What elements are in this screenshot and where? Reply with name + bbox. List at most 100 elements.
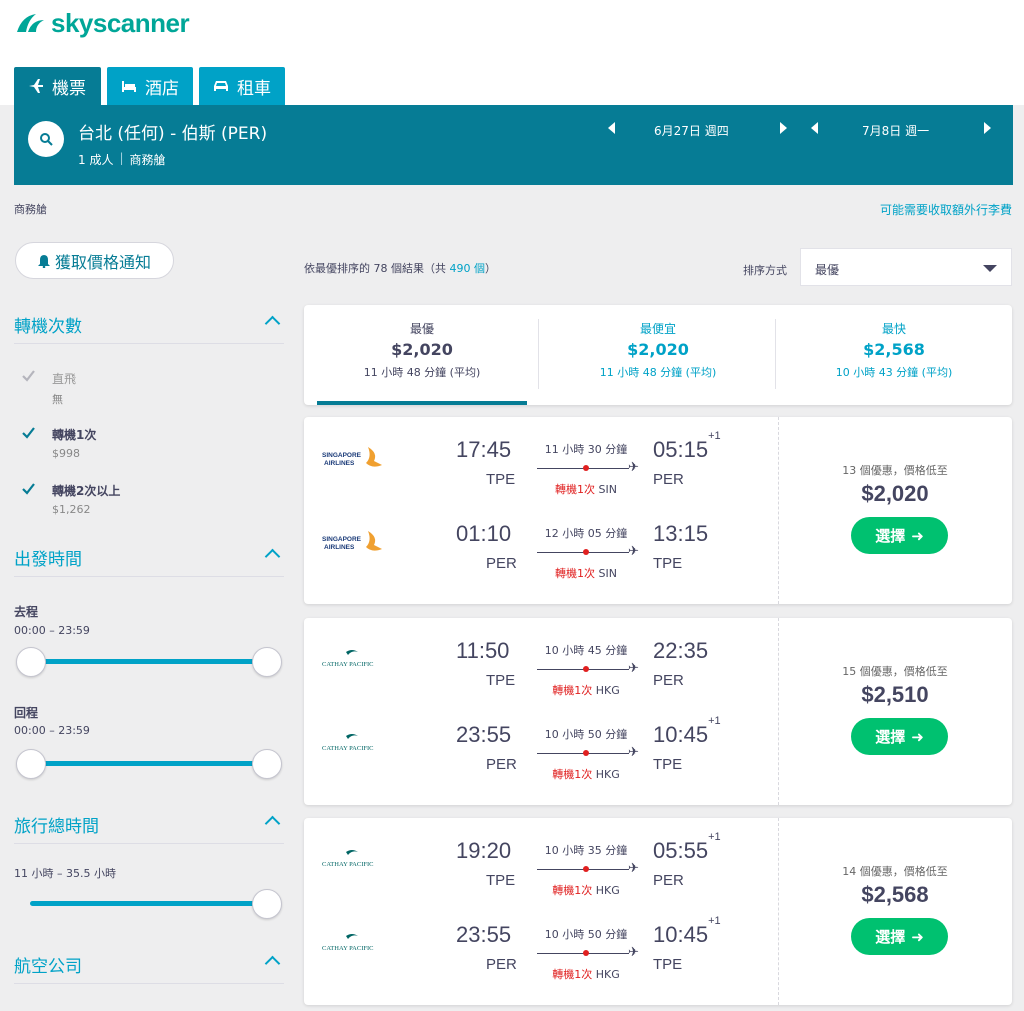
- sort-select[interactable]: 最優: [800, 248, 1012, 286]
- card-divider: [778, 417, 779, 604]
- tab-car-hire[interactable]: 租車: [199, 67, 285, 105]
- stops-count: 轉機1次: [555, 567, 596, 580]
- flight-duration: 12 小時 05 分鐘: [544, 527, 628, 540]
- flight-duration: 10 小時 35 分鐘: [544, 844, 628, 857]
- filter-airlines-title: 航空公司: [14, 957, 82, 977]
- airline-logo: CATHAY PACIFIC: [322, 930, 392, 956]
- sort-tab-best[interactable]: 最優 $2,020 11 小時 48 分鐘 (平均): [304, 305, 540, 405]
- deals-count: 13 個優惠，價格低至: [842, 464, 948, 477]
- svg-text:SINGAPORE: SINGAPORE: [322, 452, 362, 459]
- price-alert-button[interactable]: 獲取價格通知: [15, 242, 174, 279]
- flight-duration: 10 小時 45 分鐘: [544, 644, 628, 657]
- filter-stops-title: 轉機次數: [14, 317, 82, 337]
- sort-label: 排序方式: [743, 264, 787, 277]
- stop-dot: [583, 866, 589, 872]
- itinerary-price: $2,568: [861, 882, 929, 907]
- route-text[interactable]: 台北 (任何) - 伯斯 (PER): [78, 119, 267, 144]
- sort-tab-cheapest[interactable]: 最便宜 $2,020 11 小時 48 分鐘 (平均): [540, 305, 776, 405]
- itinerary-card[interactable]: SINGAPORE AIRLINES 17:45 TPE 11 小時 30 分鐘 …: [304, 417, 1012, 604]
- return-slider-min-handle[interactable]: [16, 749, 46, 779]
- results-count: 依最優排序的 78 個結果（共 490 個）: [304, 260, 496, 276]
- stops-count: 轉機1次: [552, 884, 593, 897]
- flight-leg: CATHAY PACIFIC 19:20 TPE 10 小時 35 分鐘 ✈ 轉…: [304, 818, 778, 902]
- depart-prev-arrow[interactable]: [608, 122, 615, 134]
- flight-leg: CATHAY PACIFIC 23:55 PER 10 小時 50 分鐘 ✈ 轉…: [304, 902, 778, 986]
- select-button-label: 選擇: [875, 728, 906, 746]
- outbound-slider-track[interactable]: [30, 659, 268, 664]
- outbound-slider-max-handle[interactable]: [252, 647, 282, 677]
- duration-slider-max-handle[interactable]: [252, 889, 282, 919]
- stops-direct-label: 直飛: [52, 372, 77, 386]
- tab-flights[interactable]: 機票: [14, 67, 101, 105]
- return-next-arrow[interactable]: [984, 122, 991, 134]
- select-button[interactable]: 選擇 ➜: [851, 918, 948, 955]
- divider: [538, 319, 539, 389]
- outbound-slider-min-handle[interactable]: [16, 647, 46, 677]
- depart-next-arrow[interactable]: [780, 122, 787, 134]
- stops-one-label: 轉機1次: [52, 428, 97, 442]
- sort-tab-duration: 11 小時 48 分鐘 (平均): [363, 366, 481, 379]
- stopover-airport: SIN: [598, 567, 617, 580]
- itinerary-card[interactable]: CATHAY PACIFIC 19:20 TPE 10 小時 35 分鐘 ✈ 轉…: [304, 818, 1012, 1005]
- return-date[interactable]: 7月8日 週一: [862, 122, 929, 139]
- stops-info: 轉機1次 SIN: [536, 481, 636, 497]
- departure-airport: PER: [486, 756, 517, 773]
- edit-search-button[interactable]: [28, 121, 64, 157]
- cabin-class: 商務艙: [129, 153, 166, 167]
- plane-icon: ✈: [628, 861, 639, 876]
- total-results-link[interactable]: 490 個: [450, 262, 486, 275]
- select-button[interactable]: 選擇 ➜: [851, 517, 948, 554]
- svg-text:AIRLINES: AIRLINES: [324, 460, 355, 467]
- filter-duration-header[interactable]: 旅行總時間: [14, 812, 284, 844]
- cloud-logo-icon: [17, 13, 44, 32]
- checkbox-one-stop[interactable]: [21, 425, 36, 440]
- departure-airport: PER: [486, 956, 517, 973]
- filter-airlines-header[interactable]: 航空公司: [14, 952, 284, 984]
- departure-time: 19:20: [456, 838, 512, 863]
- deals-count: 15 個優惠，價格低至: [842, 665, 948, 678]
- filter-stops-header[interactable]: 轉機次數: [14, 312, 284, 344]
- stops-two-plus-label: 轉機2次以上: [52, 484, 121, 498]
- sort-tab-fastest[interactable]: 最快 $2,568 10 小時 43 分鐘 (平均): [776, 305, 1012, 405]
- itinerary-card[interactable]: CATHAY PACIFIC 11:50 TPE 10 小時 45 分鐘 ✈ 轉…: [304, 618, 1012, 805]
- checkbox-two-plus-stops[interactable]: [21, 481, 36, 496]
- stopover-airport: HKG: [595, 768, 620, 781]
- chevron-up-icon: [264, 815, 281, 832]
- select-button[interactable]: 選擇 ➜: [851, 718, 948, 755]
- return-prev-arrow[interactable]: [811, 122, 818, 134]
- duration-slider-track[interactable]: [30, 901, 268, 906]
- arrival-time: 05:55+1: [653, 830, 721, 863]
- svg-text:CATHAY PACIFIC: CATHAY PACIFIC: [322, 945, 373, 952]
- sort-tabs: 最優 $2,020 11 小時 48 分鐘 (平均) 最便宜 $2,020 11…: [304, 305, 1012, 405]
- svg-text:CATHAY PACIFIC: CATHAY PACIFIC: [322, 661, 373, 668]
- car-icon: [214, 81, 228, 91]
- sort-tab-price: $2,020: [627, 340, 689, 359]
- active-tab-indicator: [317, 401, 527, 405]
- return-slider-track[interactable]: [30, 761, 268, 766]
- flight-leg: CATHAY PACIFIC 23:55 PER 10 小時 50 分鐘 ✈ 轉…: [304, 702, 778, 786]
- tab-hotels[interactable]: 酒店: [107, 67, 193, 105]
- price-alert-label: 獲取價格通知: [54, 252, 151, 272]
- depart-date[interactable]: 6月27日 週四: [654, 122, 729, 139]
- return-slider-max-handle[interactable]: [252, 749, 282, 779]
- airline-logo: CATHAY PACIFIC: [322, 846, 392, 872]
- airline-logo: CATHAY PACIFIC: [322, 730, 392, 756]
- departure-airport: TPE: [486, 872, 516, 889]
- next-day-marker: +1: [708, 429, 721, 442]
- sort-tab-price: $2,568: [863, 340, 925, 359]
- stops-count: 轉機1次: [555, 483, 596, 496]
- skyscanner-logo[interactable]: skyscanner: [14, 8, 190, 39]
- flight-duration: 10 小時 50 分鐘: [544, 728, 628, 741]
- filter-times-header[interactable]: 出發時間: [14, 545, 284, 577]
- caret-down-icon: [983, 265, 997, 272]
- flight-duration: 11 小時 30 分鐘: [544, 443, 628, 456]
- airline-logo: SINGAPORE AIRLINES: [322, 529, 392, 555]
- arrow-right-icon: ➜: [911, 727, 924, 746]
- baggage-fees-link[interactable]: 可能需要收取額外行李費: [880, 201, 1012, 218]
- stops-one-price: $998: [52, 447, 80, 460]
- arrival-airport: PER: [653, 872, 684, 889]
- checkbox-direct[interactable]: [21, 368, 36, 383]
- arrival-airport: PER: [653, 672, 684, 689]
- brand-name: skyscanner: [51, 8, 190, 38]
- stops-info: 轉機1次 SIN: [536, 565, 636, 581]
